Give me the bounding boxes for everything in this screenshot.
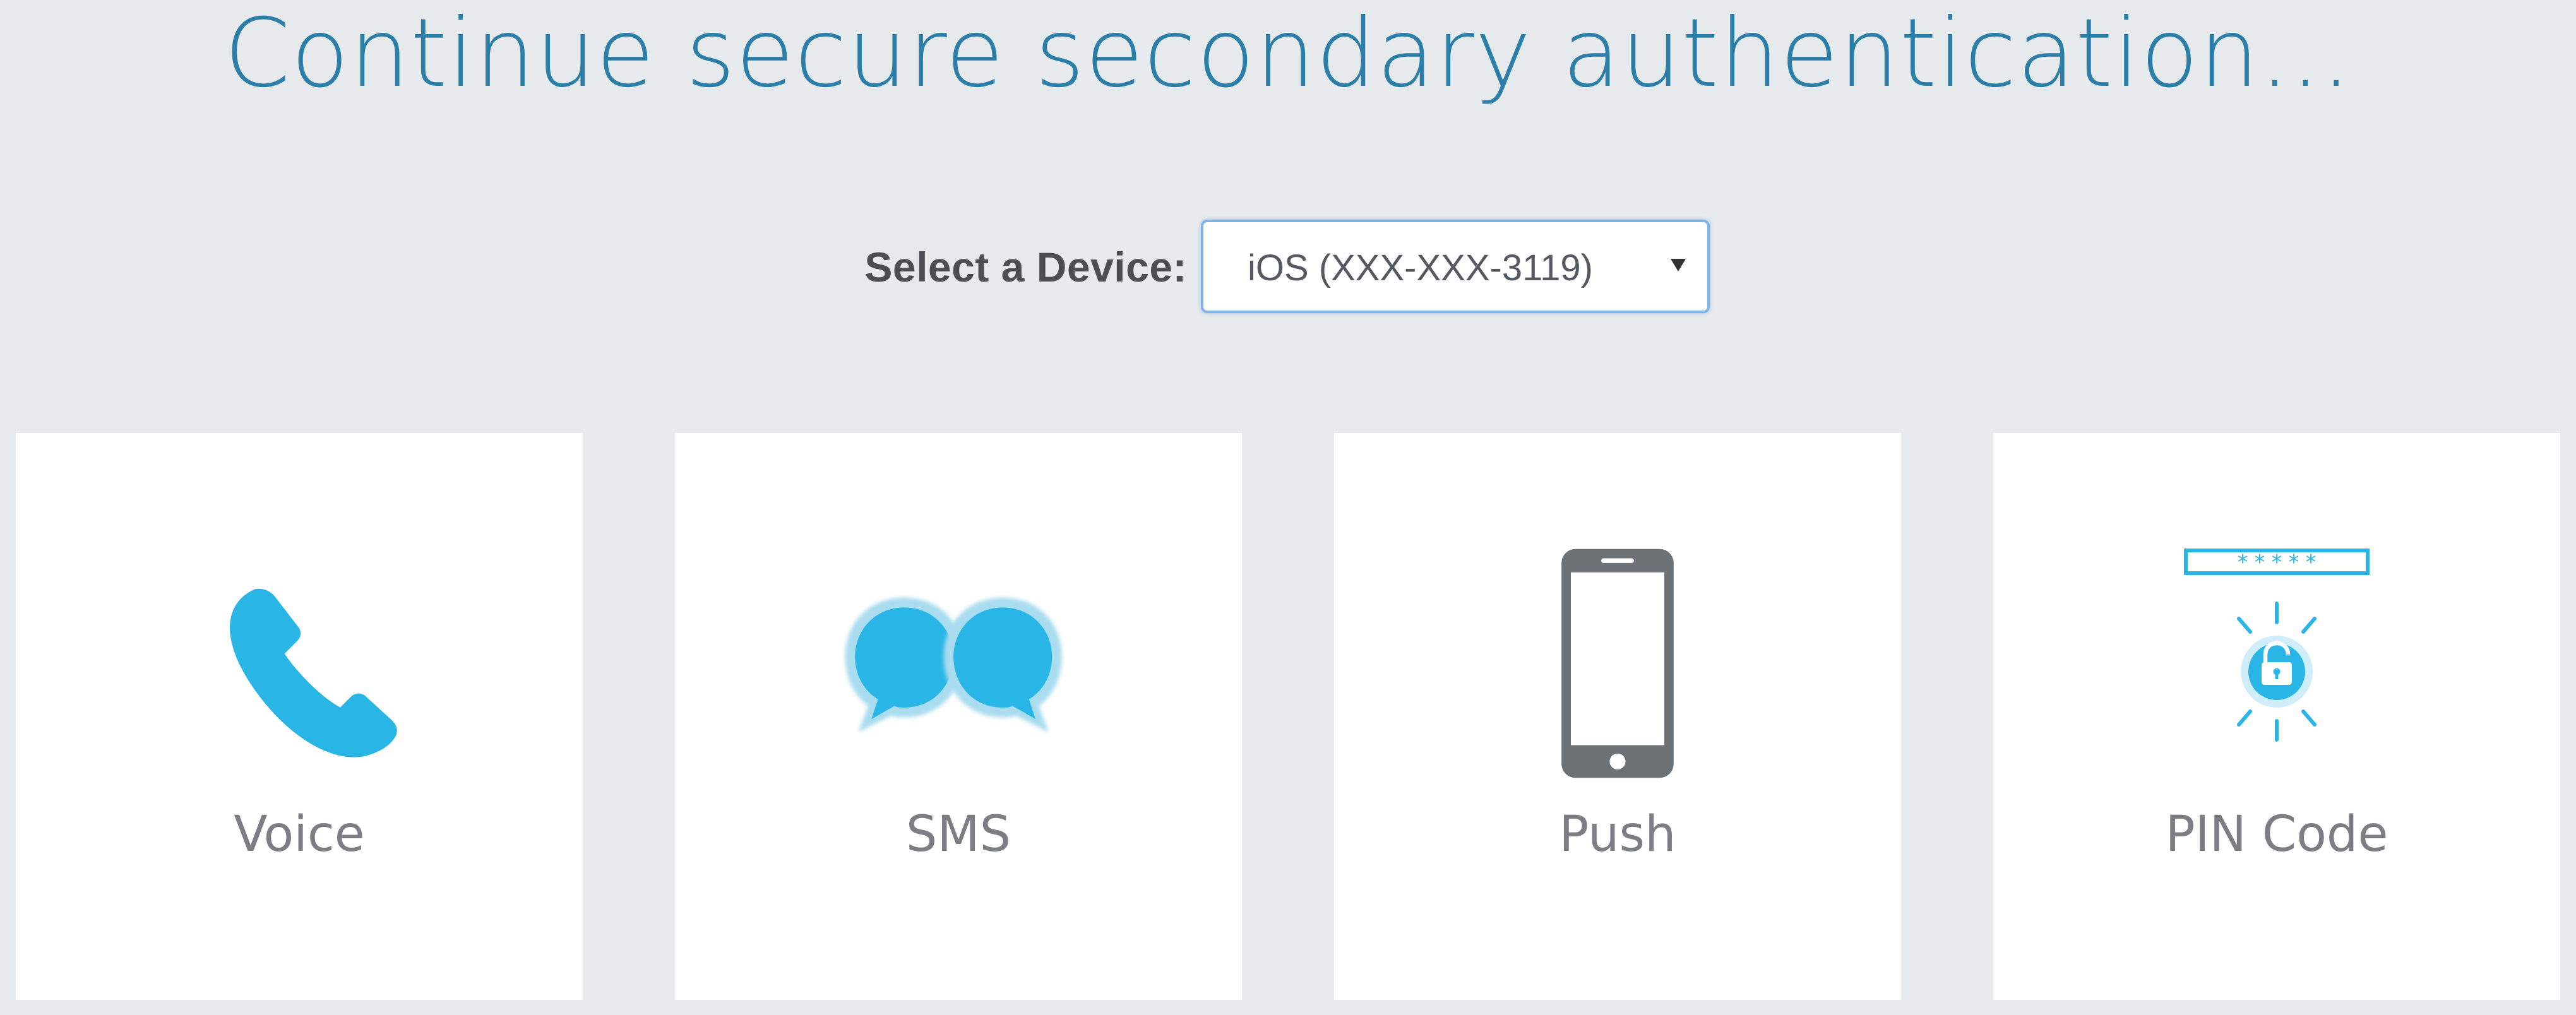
method-card-push[interactable] (1334, 433, 1901, 1000)
pin-unlock-icon: * * * * * (2184, 549, 2370, 742)
method-card-voice[interactable] (16, 433, 583, 1000)
method-label-voice: Voice (234, 806, 365, 863)
device-selector-row: Select a Device: iOS (XXX-XXX-3119) (0, 220, 2576, 316)
chat-bubbles-icon (845, 597, 1062, 732)
smartphone-icon (1561, 549, 1674, 778)
page-title: Continue secure secondary authentication… (224, 0, 2352, 109)
method-label-push: Push (1559, 806, 1676, 863)
chevron-down-icon (1671, 259, 1686, 271)
method-label-sms: SMS (905, 806, 1011, 863)
phone-icon (230, 588, 397, 757)
device-select-value: iOS (XXX-XXX-3119) (1248, 247, 1593, 288)
device-select[interactable]: iOS (XXX-XXX-3119) (1201, 220, 1710, 313)
device-select-label: Select a Device: (864, 244, 1187, 290)
method-card-sms[interactable] (675, 433, 1242, 1000)
method-label-pin-code: PIN Code (2165, 806, 2388, 863)
method-card-pin-code[interactable]: * * * * * (1993, 433, 2560, 1000)
svg-text:* * * * *: * * * * * (2238, 550, 2316, 574)
